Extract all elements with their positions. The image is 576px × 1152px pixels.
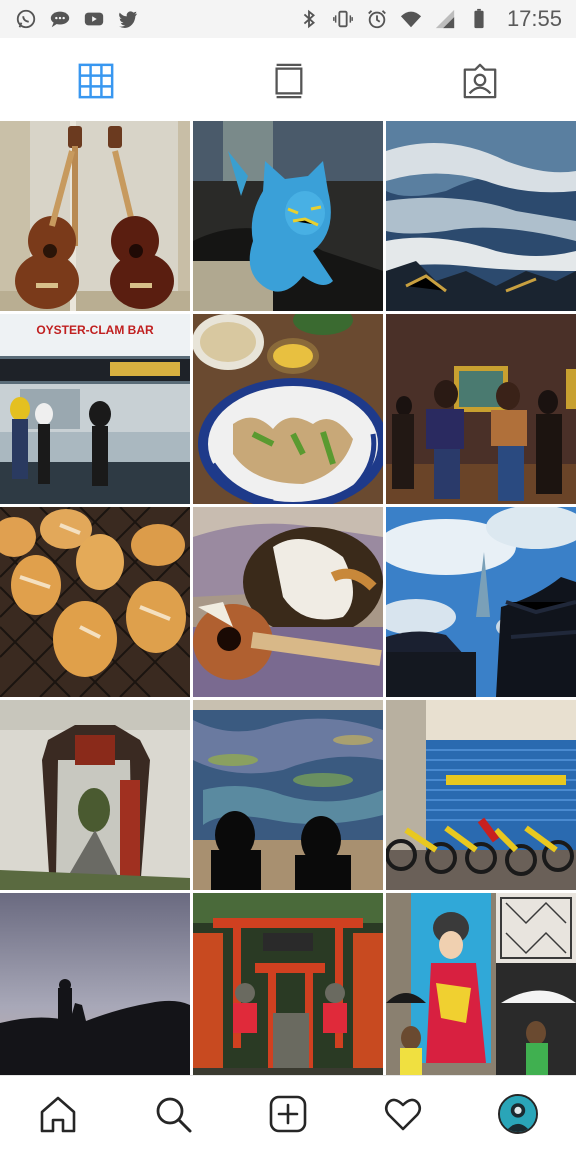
nav-activity-button[interactable] xyxy=(368,1079,438,1149)
tab-feed-view[interactable] xyxy=(228,42,348,120)
status-time: 17:55 xyxy=(506,6,562,31)
photo-thumbnail[interactable] xyxy=(193,507,383,697)
photo-thumbnail[interactable] xyxy=(0,507,190,697)
photo-thumbnail[interactable] xyxy=(386,893,576,1083)
photo-thumbnail[interactable] xyxy=(386,700,576,890)
status-system: 17:55 xyxy=(297,6,562,32)
youtube-icon xyxy=(82,7,106,31)
nav-home-button[interactable] xyxy=(23,1079,93,1149)
bottom-navigation xyxy=(0,1075,576,1152)
status-notifications xyxy=(14,7,140,31)
nav-search-button[interactable] xyxy=(138,1079,208,1149)
tab-tagged-view[interactable] xyxy=(420,42,540,120)
signal-icon xyxy=(433,7,457,31)
tab-grid-view[interactable] xyxy=(36,42,156,120)
status-bar: 17:55 xyxy=(0,0,576,38)
photo-thumbnail[interactable] xyxy=(193,893,383,1083)
photo-thumbnail[interactable] xyxy=(0,121,190,311)
grid-icon xyxy=(78,63,114,99)
add-post-icon xyxy=(269,1095,307,1133)
avatar xyxy=(498,1094,539,1134)
single-post-icon xyxy=(275,63,303,99)
bluetooth-icon xyxy=(297,7,321,31)
alarm-icon xyxy=(365,7,389,31)
chat-bubble-icon xyxy=(48,7,72,31)
photo-thumbnail[interactable] xyxy=(193,314,383,504)
photo-thumbnail[interactable] xyxy=(0,893,190,1083)
battery-icon xyxy=(467,7,491,31)
search-icon xyxy=(156,1097,192,1133)
photo-thumbnail[interactable] xyxy=(0,700,190,890)
vibrate-icon xyxy=(331,7,355,31)
photo-thumbnail[interactable] xyxy=(193,121,383,311)
whatsapp-icon xyxy=(14,7,38,31)
photo-thumbnail[interactable] xyxy=(386,121,576,311)
photo-sign-text: OYSTER-CLAM BAR xyxy=(36,323,154,337)
heart-icon xyxy=(385,1098,422,1131)
wifi-icon xyxy=(399,7,423,31)
photo-thumbnail[interactable] xyxy=(386,507,576,697)
photo-thumbnail[interactable] xyxy=(193,700,383,890)
nav-new-post-button[interactable] xyxy=(253,1079,323,1149)
photo-thumbnail[interactable] xyxy=(386,314,576,504)
twitter-icon xyxy=(116,7,140,31)
nav-profile-button[interactable] xyxy=(483,1079,553,1149)
photo-grid: OYSTER-CLAM BAR xyxy=(0,121,576,1083)
tagged-person-icon xyxy=(463,63,497,99)
home-icon xyxy=(40,1096,75,1133)
profile-view-tabs xyxy=(0,42,576,120)
photo-thumbnail[interactable]: OYSTER-CLAM BAR xyxy=(0,314,190,504)
